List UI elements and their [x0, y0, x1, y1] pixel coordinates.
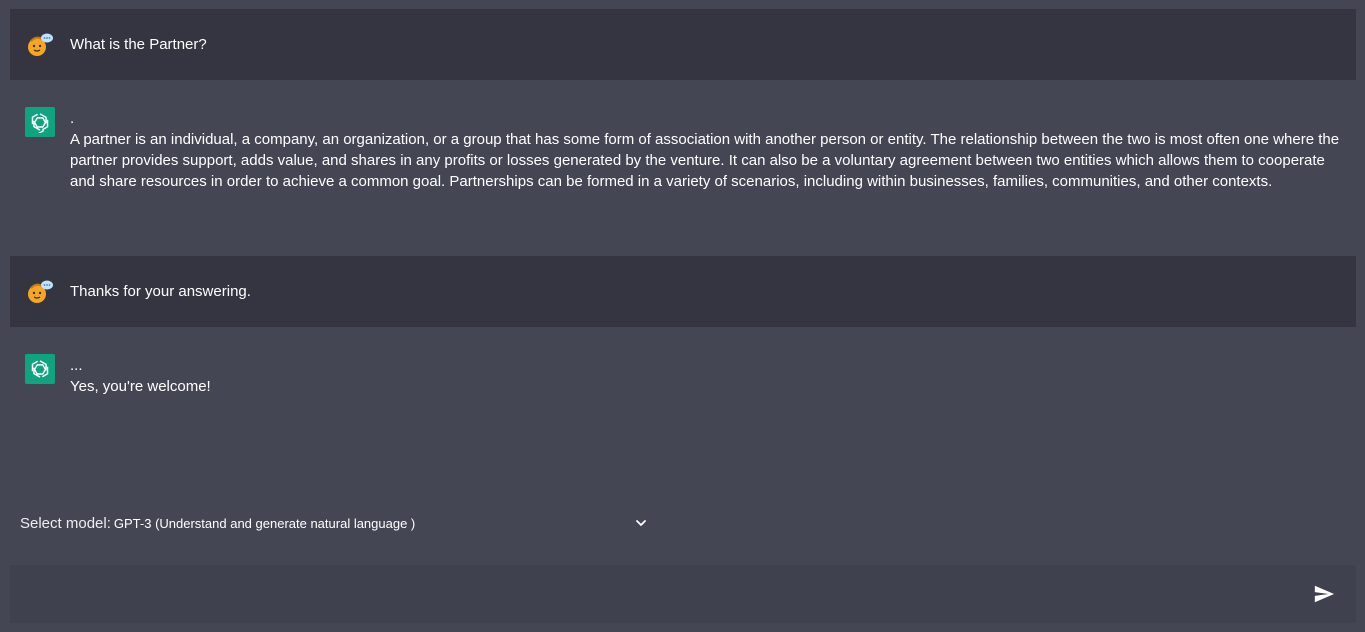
- message-prefix: .: [70, 110, 75, 127]
- message-text: What is the Partner?: [70, 36, 207, 53]
- message-text: A partner is an individual, a company, a…: [70, 131, 1340, 190]
- user-avatar-icon: [25, 277, 55, 307]
- prompt-input[interactable]: [10, 574, 1310, 614]
- message-body: . A partner is an individual, a company,…: [70, 108, 1356, 192]
- send-icon: [1314, 585, 1335, 603]
- prompt-bar: [10, 565, 1356, 623]
- openai-logo-icon: [25, 107, 55, 137]
- assistant-message: ... Yes, you're welcome!: [10, 327, 1356, 447]
- message-prefix: ...: [70, 357, 83, 374]
- conversation: What is the Partner? . A partner is an i…: [10, 9, 1356, 447]
- model-select-dropdown[interactable]: GPT-3 (Understand and generate natural l…: [114, 512, 650, 534]
- user-avatar-icon: [25, 30, 55, 60]
- model-selected-value: GPT-3 (Understand and generate natural l…: [113, 515, 416, 531]
- assistant-message: . A partner is an individual, a company,…: [10, 80, 1356, 256]
- send-button[interactable]: [1310, 580, 1338, 608]
- chevron-down-icon: [636, 520, 646, 526]
- chat-page: What is the Partner? . A partner is an i…: [0, 0, 1365, 632]
- openai-logo-icon: [25, 354, 55, 384]
- message-text: Yes, you're welcome!: [70, 378, 211, 395]
- model-selector-row: Select model: GPT-3 (Understand and gene…: [20, 512, 650, 534]
- user-message: What is the Partner?: [10, 9, 1356, 80]
- user-message: Thanks for your answering.: [10, 256, 1356, 327]
- model-selector-label: Select model:: [20, 514, 111, 532]
- message-body: ... Yes, you're welcome!: [70, 355, 227, 397]
- message-text: Thanks for your answering.: [70, 283, 251, 300]
